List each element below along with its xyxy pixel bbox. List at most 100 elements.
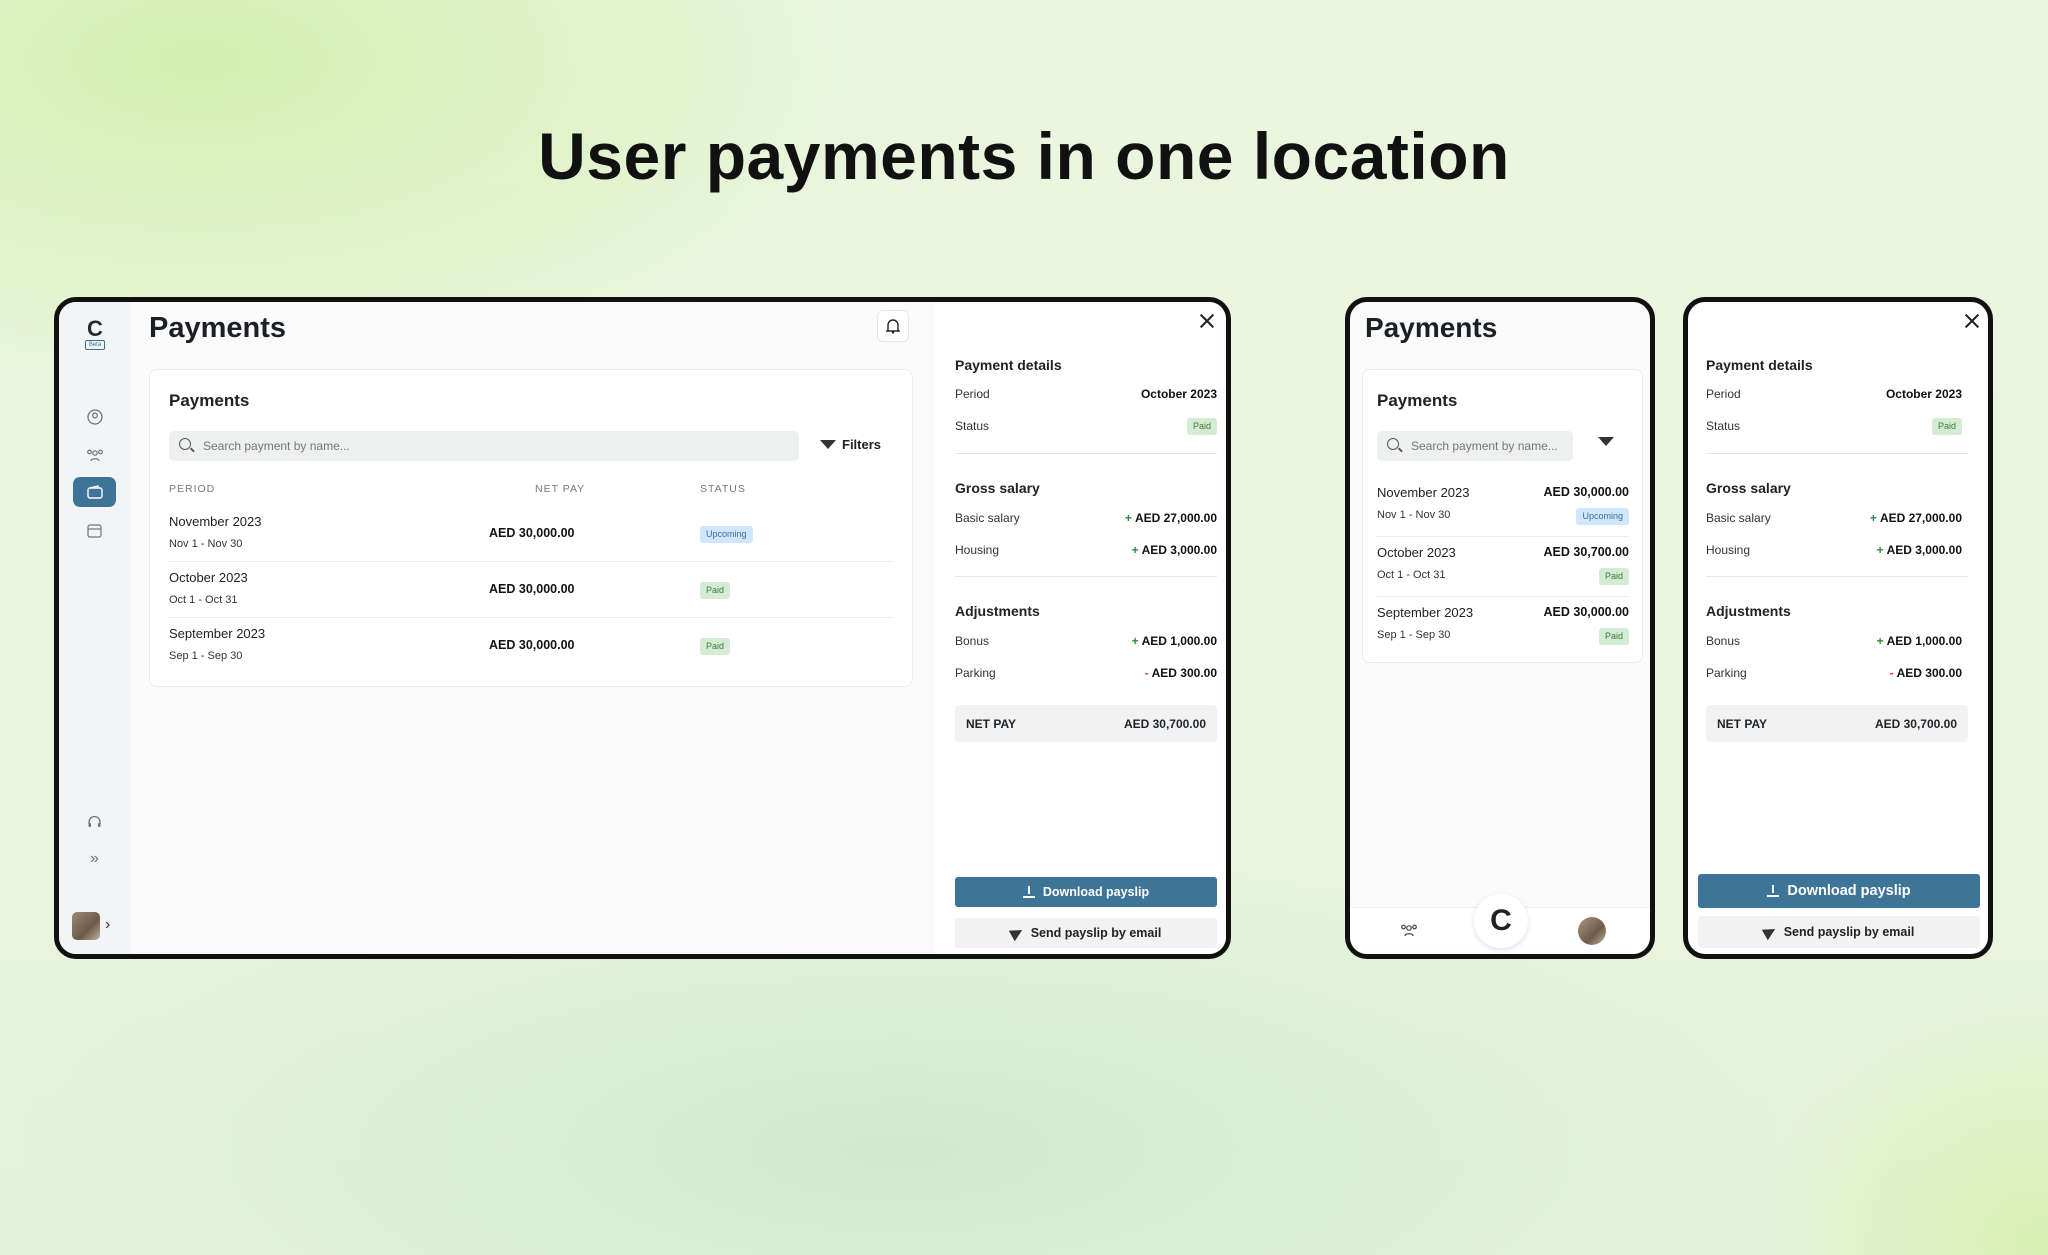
row-period: November 2023 [1377,485,1470,500]
page-title: Payments [149,312,287,344]
period-label: Period [1706,387,1741,401]
row-period: September 2023 [1377,605,1474,620]
status-badge: Paid [1186,418,1217,435]
close-icon[interactable] [1199,313,1215,329]
home-logo-button[interactable]: C [1474,894,1528,948]
send-icon [1761,923,1778,941]
chevron-right-icon[interactable]: › [105,916,110,934]
status-badge: Upcoming [1576,508,1629,525]
row-period: October 2023 [169,570,248,585]
adjustments-title: Adjustments [1706,603,1791,619]
logo-letter: C [87,316,103,341]
parking-value: - AED 300.00 [1144,666,1217,680]
app-logo[interactable]: C Beta [79,318,111,352]
status-badge: Upcoming [700,526,753,543]
team-icon[interactable] [1400,923,1418,942]
col-period: PERIOD [169,483,216,495]
net-pay-box: NET PAY AED 30,700.00 [955,705,1217,742]
page-title: Payments [1365,312,1498,343]
filters-button[interactable] [1598,437,1614,446]
row-range: Sep 1 - Sep 30 [169,650,243,662]
send-email-button[interactable]: Send payslip by email [1698,916,1980,948]
search-icon [179,438,191,450]
period-value: October 2023 [1140,387,1217,401]
payments-card: Payments Search payment by name... Novem… [1362,369,1643,663]
net-pay-value: AED 30,700.00 [1123,717,1206,731]
team-icon[interactable] [73,440,116,470]
status-badge: Paid [1931,418,1962,435]
table-row[interactable]: October 2023 Oct 1 - Oct 31 AED 30,000.0… [169,562,893,618]
divider [955,576,1217,577]
details-title: Payment details [955,357,1062,373]
row-net: AED 30,000.00 [1543,485,1629,499]
net-pay-value: AED 30,700.00 [1874,717,1957,731]
desktop-frame: C Beta » › Payments Payments Search paym… [54,297,1231,959]
search-placeholder: Search payment by name... [203,439,350,453]
status-label: Status [955,419,990,433]
user-circle-icon[interactable] [73,402,116,432]
basic-value: + AED 27,000.00 [1869,511,1962,525]
search-icon [1387,438,1399,450]
list-item[interactable]: October 2023 Oct 1 - Oct 31 AED 30,700.0… [1377,537,1629,597]
basic-value: + AED 27,000.00 [1124,511,1217,525]
row-range: Sep 1 - Sep 30 [1377,629,1451,641]
divider [1706,453,1968,454]
gross-title: Gross salary [955,480,1040,496]
row-period: October 2023 [1377,545,1456,560]
row-net: AED 30,000.00 [489,638,575,652]
parking-label: Parking [1706,666,1747,680]
logo-letter: C [1490,904,1512,937]
search-input[interactable]: Search payment by name... [1377,431,1573,461]
details-title: Payment details [1706,357,1813,373]
wallet-icon[interactable] [73,477,116,507]
basic-label: Basic salary [1706,511,1771,525]
row-range: Oct 1 - Oct 31 [169,594,238,606]
download-label: Download payslip [1042,885,1150,899]
filters-button[interactable]: Filters [820,437,881,452]
card-title: Payments [169,391,250,410]
row-net: AED 30,700.00 [1543,545,1629,559]
parking-value: - AED 300.00 [1889,666,1962,680]
col-status: STATUS [700,483,746,495]
send-email-label: Send payslip by email [1030,926,1162,940]
row-range: Nov 1 - Nov 30 [169,538,243,550]
download-payslip-button[interactable]: Download payslip [955,877,1217,907]
housing-label: Housing [1706,543,1751,557]
avatar[interactable] [72,912,100,940]
close-icon[interactable] [1964,313,1980,329]
card-title: Payments [1377,391,1458,410]
list-item[interactable]: September 2023 Sep 1 - Sep 30 AED 30,000… [1377,597,1629,657]
status-badge: Paid [700,638,731,655]
bonus-label: Bonus [955,634,990,648]
period-label: Period [955,387,990,401]
download-icon [1022,886,1035,898]
table-row[interactable]: November 2023 Nov 1 - Nov 30 AED 30,000.… [169,506,893,562]
row-net: AED 30,000.00 [489,582,575,596]
payments-card: Payments Search payment by name... Filte… [149,369,913,687]
avatar[interactable] [1578,917,1606,945]
download-payslip-button[interactable]: Download payslip [1698,874,1980,908]
send-email-button[interactable]: Send payslip by email [955,918,1217,948]
status-label: Status [1706,419,1741,433]
bell-icon[interactable] [877,310,909,342]
list-item[interactable]: November 2023 Nov 1 - Nov 30 AED 30,000.… [1377,477,1629,537]
basic-label: Basic salary [955,511,1020,525]
payment-details-panel: Payment details Period October 2023 Stat… [935,302,1226,954]
calendar-icon[interactable] [73,515,116,545]
sidebar: C Beta » › [59,302,130,954]
row-net: AED 30,000.00 [489,526,575,540]
double-chevron-icon[interactable]: » [73,844,116,874]
bonus-value: + AED 1,000.00 [1876,634,1962,648]
search-placeholder: Search payment by name... [1411,439,1558,453]
status-badge: Paid [1598,568,1629,585]
status-badge: Paid [700,582,731,599]
mobile-list-frame: Payments Payments Search payment by name… [1345,297,1655,959]
divider [1706,576,1968,577]
search-input[interactable]: Search payment by name... [169,431,799,461]
headset-icon[interactable] [73,807,116,837]
housing-value: + AED 3,000.00 [1131,543,1217,557]
table-row[interactable]: September 2023 Sep 1 - Sep 30 AED 30,000… [169,618,893,674]
download-icon [1767,885,1780,897]
row-period: November 2023 [169,514,262,529]
housing-label: Housing [955,543,1000,557]
